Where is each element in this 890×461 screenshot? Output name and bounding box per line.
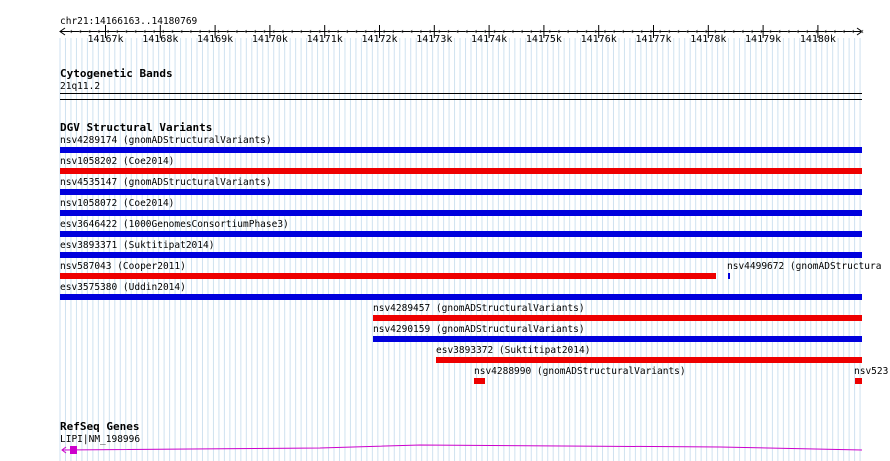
ruler-tick-label: 14172k — [361, 34, 398, 45]
variant-bar-esv3893372[interactable] — [436, 357, 862, 363]
ruler-tick-label: 14169k — [197, 34, 234, 45]
ruler-tick-label: 14176k — [580, 34, 617, 45]
ruler-tick-label: 14179k — [745, 34, 782, 45]
ruler-tick-label: 14171k — [306, 34, 343, 45]
variant-label-nsv4289457[interactable]: nsv4289457 (gnomADStructuralVariants) — [373, 303, 585, 314]
ruler-tick-label: 14178k — [690, 34, 727, 45]
cytoband-label[interactable]: 21q11.2 — [60, 81, 100, 92]
variant-label-nsv523[interactable]: nsv523 — [854, 366, 888, 377]
ruler-tick-label: 14177k — [635, 34, 672, 45]
ruler-tick-label: 14173k — [416, 34, 453, 45]
variant-label-nsv587043[interactable]: nsv587043 (Cooper2011) — [60, 261, 186, 272]
variant-label-nsv4288990[interactable]: nsv4288990 (gnomADStructuralVariants) — [474, 366, 686, 377]
cytoband-line-bottom — [60, 99, 862, 100]
variant-bar-nsv1058202[interactable] — [60, 168, 862, 174]
variant-label-esv3893371[interactable]: esv3893371 (Suktitipat2014) — [60, 240, 214, 251]
variant-bar-nsv4289457[interactable] — [373, 315, 862, 321]
refseq-track-title[interactable]: RefSeq Genes — [60, 421, 139, 432]
variant-bar-nsv4535147[interactable] — [60, 189, 862, 195]
variant-label-esv3575380[interactable]: esv3575380 (Uddin2014) — [60, 282, 186, 293]
ruler-tick-label: 14167k — [87, 34, 124, 45]
variant-bar-nsv523[interactable] — [855, 378, 862, 384]
ruler-coordinates: chr21:14166163..14180769 — [60, 16, 198, 27]
cytoband-track-title[interactable]: Cytogenetic Bands — [60, 68, 173, 79]
variant-bar-nsv587043[interactable] — [60, 273, 716, 279]
variant-bar-esv3575380[interactable] — [60, 294, 862, 300]
variant-label-esv3893372[interactable]: esv3893372 (Suktitipat2014) — [436, 345, 590, 356]
variant-label-nsv4535147[interactable]: nsv4535147 (gnomADStructuralVariants) — [60, 177, 272, 188]
variant-bar-nsv4499672[interactable] — [728, 273, 730, 279]
variant-label-nsv4290159[interactable]: nsv4290159 (gnomADStructuralVariants) — [373, 324, 585, 335]
variant-label-nsv4499672[interactable]: nsv4499672 (gnomADStructura — [727, 261, 881, 272]
variant-bar-esv3893371[interactable] — [60, 252, 862, 258]
variant-label-nsv1058202[interactable]: nsv1058202 (Coe2014) — [60, 156, 174, 167]
ruler-tick-label: 14174k — [471, 34, 508, 45]
ruler-tick-label: 14175k — [525, 34, 562, 45]
dgv-track-title[interactable]: DGV Structural Variants — [60, 122, 212, 133]
variant-bar-nsv4289174[interactable] — [60, 147, 862, 153]
variant-bar-nsv1058072[interactable] — [60, 210, 862, 216]
variant-label-esv3646422[interactable]: esv3646422 (1000GenomesConsortiumPhase3) — [60, 219, 289, 230]
variant-label-nsv4289174[interactable]: nsv4289174 (gnomADStructuralVariants) — [60, 135, 272, 146]
variant-bar-nsv4290159[interactable] — [373, 336, 862, 342]
ruler-tick-label: 14168k — [142, 34, 179, 45]
ruler-tick-label: 14180k — [799, 34, 836, 45]
variant-label-nsv1058072[interactable]: nsv1058072 (Coe2014) — [60, 198, 174, 209]
cytoband-line-top — [60, 93, 862, 94]
ruler-tick-label: 14170k — [251, 34, 288, 45]
variant-bar-nsv4288990[interactable] — [474, 378, 485, 384]
gene-model-lipi[interactable] — [0, 440, 890, 460]
variant-bar-esv3646422[interactable] — [60, 231, 862, 237]
